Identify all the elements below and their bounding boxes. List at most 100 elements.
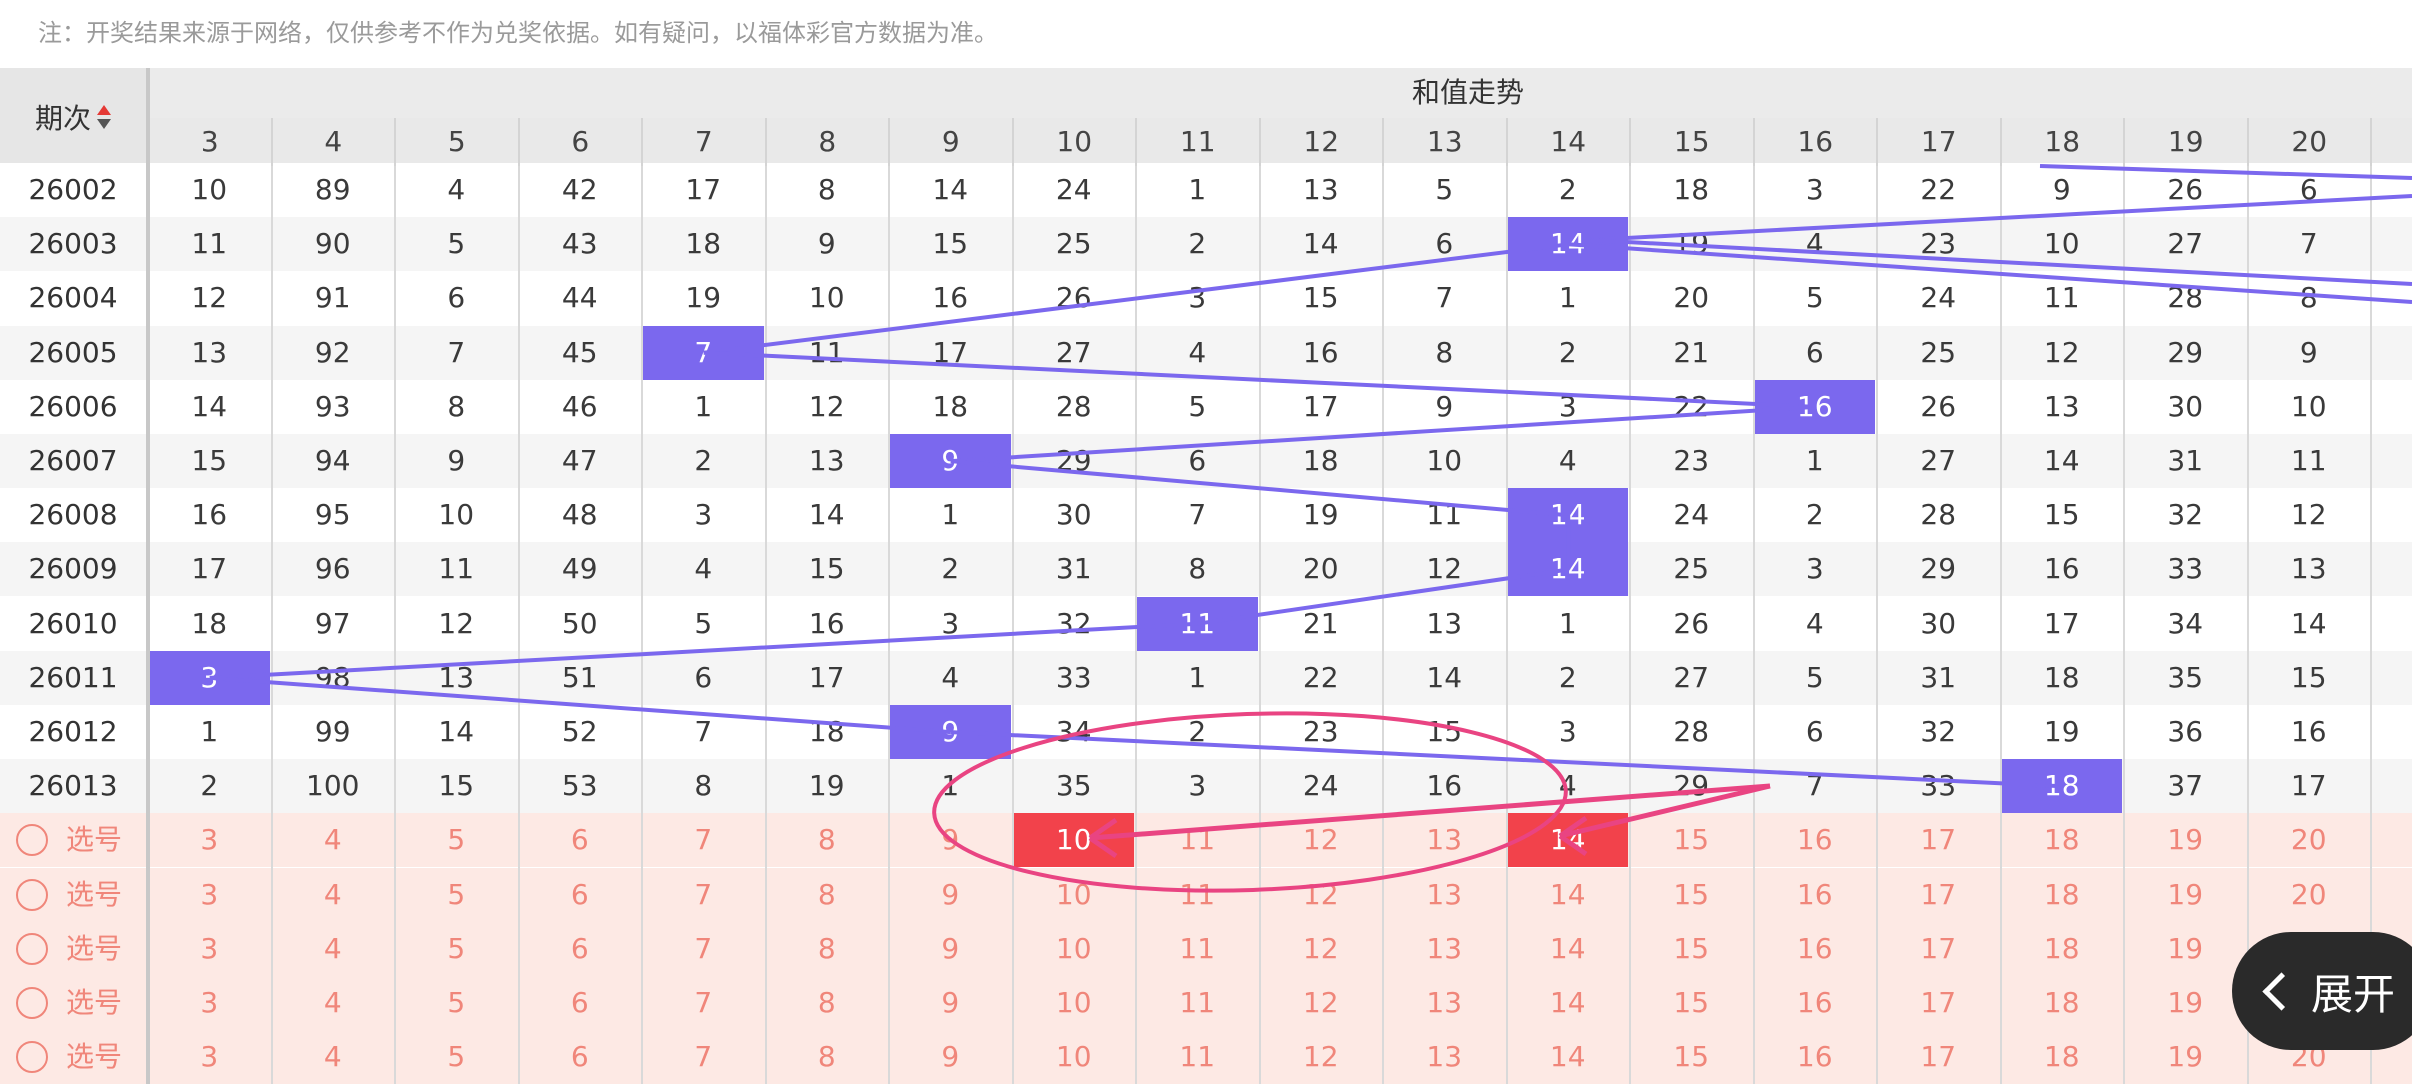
- pick-cell[interactable]: 19: [2125, 868, 2246, 922]
- pick-row-label[interactable]: 选号: [16, 922, 122, 976]
- pick-cell[interactable]: 8: [767, 1030, 888, 1084]
- selected-pick-cell[interactable]: 10: [1013, 813, 1134, 868]
- pick-cell[interactable]: 18: [2002, 1030, 2123, 1084]
- pick-cell[interactable]: 20: [2249, 868, 2370, 922]
- selected-pick-cell[interactable]: 14: [1507, 813, 1628, 868]
- pick-cell[interactable]: 18: [2002, 813, 2123, 867]
- pick-cell[interactable]: 3: [149, 922, 270, 976]
- pick-cell[interactable]: 12: [1261, 813, 1382, 867]
- pick-cell[interactable]: 17: [1878, 922, 1999, 976]
- pick-cell[interactable]: 4: [273, 868, 394, 922]
- pick-cell[interactable]: 8: [767, 922, 888, 976]
- pick-cell[interactable]: 6: [520, 868, 641, 922]
- pick-cell[interactable]: 16: [1755, 868, 1876, 922]
- pick-cell[interactable]: 21: [2372, 868, 2412, 922]
- pick-cell[interactable]: 15: [1631, 922, 1752, 976]
- pick-cell[interactable]: 13: [1384, 1030, 1505, 1084]
- pick-cell[interactable]: 19: [2125, 813, 2246, 867]
- pick-cell[interactable]: 13: [1384, 922, 1505, 976]
- pick-cell[interactable]: 5: [396, 1030, 517, 1084]
- pick-cell[interactable]: 16: [1755, 976, 1876, 1030]
- pick-cell[interactable]: 12: [1261, 868, 1382, 922]
- pick-cell[interactable]: 13: [1384, 813, 1505, 867]
- pick-cell[interactable]: 9: [890, 922, 1011, 976]
- pick-cell[interactable]: 15: [1631, 976, 1752, 1030]
- pick-cell[interactable]: 11: [1137, 922, 1258, 976]
- pick-cell[interactable]: 15: [1631, 813, 1752, 867]
- pick-cell[interactable]: 11: [1137, 1030, 1258, 1084]
- pick-cell[interactable]: 12: [1261, 976, 1382, 1030]
- pick-cell[interactable]: 3: [149, 1030, 270, 1084]
- radio-circle-icon[interactable]: [16, 932, 48, 965]
- pick-cell[interactable]: 10: [1014, 868, 1135, 922]
- pick-cell[interactable]: 6: [520, 976, 641, 1030]
- pick-cell[interactable]: 9: [890, 813, 1011, 867]
- pick-cell[interactable]: 3: [149, 868, 270, 922]
- pick-cell[interactable]: 15: [1631, 1030, 1752, 1084]
- pick-cell[interactable]: 13: [1384, 976, 1505, 1030]
- pick-cell[interactable]: 7: [643, 1030, 764, 1084]
- pick-cell[interactable]: 13: [1384, 868, 1505, 922]
- pick-cell[interactable]: 5: [396, 922, 517, 976]
- pick-cell[interactable]: 8: [767, 868, 888, 922]
- sort-icon[interactable]: [95, 101, 113, 133]
- pick-cell[interactable]: 9: [890, 1030, 1011, 1084]
- pick-cell[interactable]: 14: [1508, 868, 1629, 922]
- pick-cell[interactable]: 6: [520, 922, 641, 976]
- pick-cell[interactable]: 10: [1014, 1030, 1135, 1084]
- pick-cell[interactable]: 5: [396, 868, 517, 922]
- pick-cell[interactable]: 18: [2002, 976, 2123, 1030]
- pick-cell[interactable]: 4: [273, 976, 394, 1030]
- pick-cell[interactable]: 9: [890, 868, 1011, 922]
- pick-cell[interactable]: 19: [2125, 922, 2246, 976]
- pick-cell[interactable]: 16: [1755, 1030, 1876, 1084]
- pick-cell[interactable]: 20: [2249, 813, 2370, 867]
- pick-cell[interactable]: 16: [1755, 813, 1876, 867]
- pick-cell[interactable]: 12: [1261, 922, 1382, 976]
- pick-cell[interactable]: 14: [1508, 922, 1629, 976]
- pick-cell[interactable]: 6: [520, 1030, 641, 1084]
- pick-cell[interactable]: 21: [2372, 813, 2412, 867]
- pick-cell[interactable]: 7: [643, 976, 764, 1030]
- pick-cell[interactable]: 4: [273, 1030, 394, 1084]
- pick-cell[interactable]: 8: [767, 813, 888, 867]
- pick-row-label[interactable]: 选号: [16, 976, 122, 1030]
- pick-cell[interactable]: 3: [149, 813, 270, 867]
- pick-cell[interactable]: 12: [1261, 1030, 1382, 1084]
- pick-cell[interactable]: 7: [643, 813, 764, 867]
- pick-cell[interactable]: 11: [1137, 868, 1258, 922]
- pick-cell[interactable]: 10: [1014, 922, 1135, 976]
- pick-cell[interactable]: 19: [2125, 976, 2246, 1030]
- pick-cell[interactable]: 7: [643, 922, 764, 976]
- pick-cell[interactable]: 17: [1878, 1030, 1999, 1084]
- pick-cell[interactable]: 5: [396, 813, 517, 867]
- pick-cell[interactable]: 11: [1137, 976, 1258, 1030]
- pick-cell[interactable]: 8: [767, 976, 888, 1030]
- pick-cell[interactable]: 18: [2002, 922, 2123, 976]
- pick-cell[interactable]: 9: [890, 976, 1011, 1030]
- pick-row-label[interactable]: 选号: [16, 868, 122, 922]
- issue-column-header[interactable]: 期次: [0, 68, 148, 166]
- pick-cell[interactable]: 16: [1755, 922, 1876, 976]
- pick-cell[interactable]: 15: [1631, 868, 1752, 922]
- radio-circle-icon[interactable]: [16, 824, 48, 857]
- pick-cell[interactable]: 17: [1878, 813, 1999, 867]
- pick-cell[interactable]: 17: [1878, 868, 1999, 922]
- pick-cell[interactable]: 10: [1014, 976, 1135, 1030]
- radio-circle-icon[interactable]: [16, 1041, 48, 1074]
- expand-button[interactable]: 展开: [2232, 932, 2412, 1050]
- pick-row-label[interactable]: 选号: [16, 1030, 122, 1084]
- pick-cell[interactable]: 14: [1508, 976, 1629, 1030]
- pick-cell[interactable]: 14: [1508, 1030, 1629, 1084]
- pick-cell[interactable]: 7: [643, 868, 764, 922]
- pick-cell[interactable]: 5: [396, 976, 517, 1030]
- pick-cell[interactable]: 19: [2125, 1030, 2246, 1084]
- pick-cell[interactable]: 11: [1137, 813, 1258, 867]
- pick-cell[interactable]: 4: [273, 922, 394, 976]
- pick-cell[interactable]: 6: [520, 813, 641, 867]
- radio-circle-icon[interactable]: [16, 878, 48, 911]
- pick-cell[interactable]: 4: [273, 813, 394, 867]
- pick-cell[interactable]: 18: [2002, 868, 2123, 922]
- pick-cell[interactable]: 3: [149, 976, 270, 1030]
- pick-row-label[interactable]: 选号: [16, 813, 122, 867]
